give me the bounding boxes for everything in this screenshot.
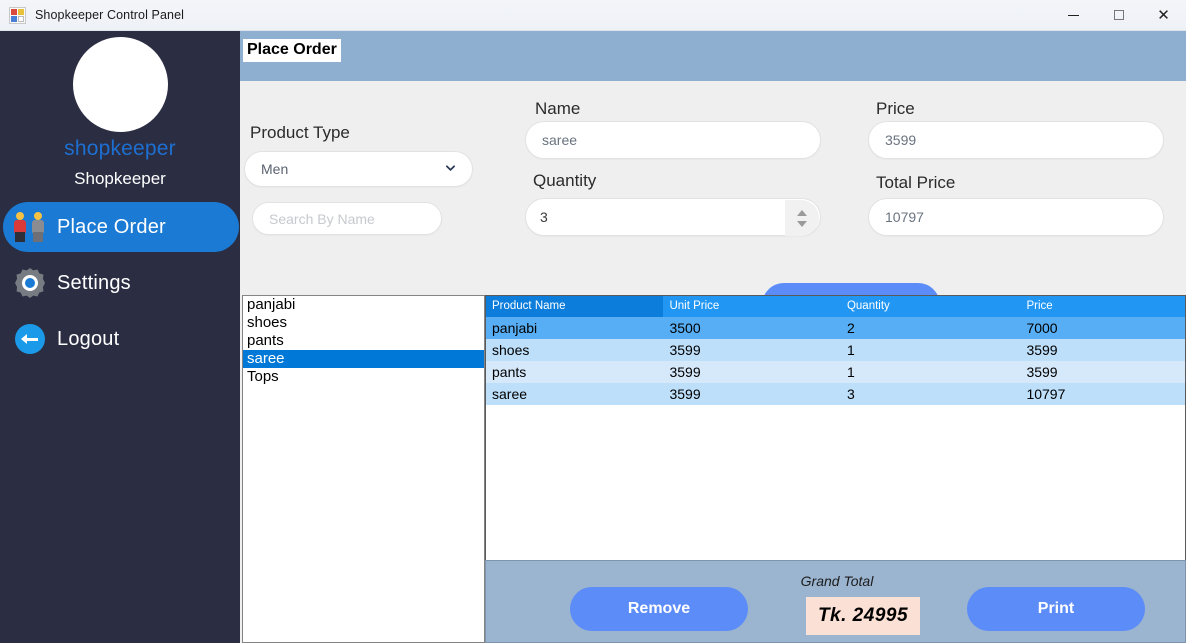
- logout-arrow-icon: [3, 324, 57, 354]
- product-type-value: Men: [261, 161, 289, 177]
- table-row[interactable]: shoes 3599 1 3599: [486, 339, 1185, 361]
- table-cell: 3599: [1026, 342, 1058, 358]
- window-controls: ✕: [1051, 0, 1186, 31]
- minimize-button[interactable]: [1051, 0, 1096, 31]
- table-cell: 3599: [669, 364, 701, 380]
- sidebar-item-logout[interactable]: Logout: [3, 314, 239, 364]
- name-input[interactable]: saree: [525, 121, 821, 159]
- column-header[interactable]: Unit Price: [663, 296, 840, 317]
- list-item[interactable]: Tops: [243, 368, 484, 386]
- main-content: Place Order Product Type Men Search By N…: [240, 31, 1186, 643]
- footer-action-bar: Remove Grand Total Tk. 24995 Print: [485, 560, 1186, 643]
- list-item[interactable]: saree: [243, 350, 484, 368]
- column-header[interactable]: Quantity: [841, 296, 1020, 317]
- search-placeholder: Search By Name: [269, 210, 375, 227]
- quantity-input[interactable]: 3: [525, 198, 821, 236]
- total-price-label: Total Price: [876, 173, 956, 192]
- table-cell: 1: [846, 364, 855, 380]
- maximize-button[interactable]: [1096, 0, 1141, 31]
- window-title: Shopkeeper Control Panel: [35, 8, 185, 22]
- table-cell: 2: [846, 320, 855, 336]
- sidebar-item-label: Settings: [57, 271, 131, 294]
- table-row[interactable]: pants 3599 1 3599: [486, 361, 1185, 383]
- name-value: saree: [542, 132, 578, 148]
- close-icon: ✕: [1157, 5, 1170, 24]
- order-form: Product Type Men Search By Name Name sar…: [240, 81, 1186, 327]
- price-label: Price: [876, 99, 915, 118]
- stepper-down-icon[interactable]: [797, 220, 807, 227]
- minimize-icon: [1068, 14, 1079, 16]
- chevron-down-icon: [445, 165, 456, 171]
- table-cell: shoes: [492, 342, 530, 358]
- sidebar-role: Shopkeeper: [74, 169, 166, 188]
- remove-button[interactable]: Remove: [570, 587, 748, 631]
- grand-total-label: Grand Total: [800, 573, 874, 589]
- print-button[interactable]: Print: [967, 587, 1145, 631]
- title-bar: Shopkeeper Control Panel ✕: [0, 0, 1186, 31]
- sidebar: shopkeeper Shopkeeper Place Order Settin…: [0, 31, 240, 643]
- total-price-input[interactable]: 10797: [868, 198, 1164, 236]
- product-type-label: Product Type: [250, 123, 350, 142]
- table-cell: 3599: [1026, 364, 1058, 380]
- column-header[interactable]: Product Name: [486, 296, 664, 317]
- list-item[interactable]: pants: [243, 332, 484, 350]
- print-label: Print: [1037, 600, 1075, 617]
- maximize-icon: [1113, 10, 1124, 20]
- sidebar-item-place-order[interactable]: Place Order: [3, 202, 239, 252]
- list-item[interactable]: panjabi: [243, 296, 484, 314]
- table-cell: 10797: [1026, 386, 1066, 402]
- close-button[interactable]: ✕: [1141, 0, 1186, 31]
- sidebar-brand: shopkeeper: [64, 137, 176, 160]
- cart-table-header: Product Name Unit Price Quantity Price: [486, 296, 1185, 317]
- table-cell: 1: [846, 342, 855, 358]
- total-price-value: 10797: [885, 209, 924, 225]
- page-header-bar: Place Order: [240, 31, 1186, 81]
- quantity-value: 3: [540, 209, 548, 225]
- list-item[interactable]: shoes: [243, 314, 484, 332]
- table-cell: saree: [492, 386, 528, 402]
- sidebar-item-settings[interactable]: Settings: [3, 258, 239, 308]
- cart-table[interactable]: Product Name Unit Price Quantity Price panj…: [485, 295, 1186, 560]
- sidebar-item-label: Logout: [57, 327, 120, 350]
- remove-label: Remove: [627, 600, 691, 617]
- table-cell: panjabi: [492, 320, 538, 336]
- sidebar-item-label: Place Order: [57, 215, 166, 238]
- price-value: 3599: [885, 132, 917, 148]
- app-tiles-icon: [9, 6, 26, 24]
- page-title: Place Order: [243, 39, 341, 62]
- search-input[interactable]: Search By Name: [252, 202, 442, 235]
- cart-table-body: panjabi 3500 2 7000 shoes 3599 1 3599 pants 3599 1…: [486, 317, 1185, 405]
- name-label: Name: [535, 99, 581, 118]
- grand-total-value: Tk. 24995: [806, 597, 920, 635]
- table-cell: 7000: [1026, 320, 1058, 336]
- couple-icon: [3, 212, 57, 242]
- table-cell: 3599: [669, 342, 701, 358]
- gear-icon: [3, 268, 57, 298]
- column-header[interactable]: Price: [1020, 296, 1185, 317]
- stepper-up-icon[interactable]: [797, 209, 807, 216]
- quantity-label: Quantity: [533, 171, 597, 190]
- product-listbox[interactable]: panjabi shoes pants saree Tops: [242, 295, 485, 643]
- table-cell: 3500: [669, 320, 701, 336]
- table-row[interactable]: panjabi 3500 2 7000: [486, 317, 1185, 339]
- table-row[interactable]: saree 3599 3 10797: [486, 383, 1185, 405]
- product-type-select[interactable]: Men: [244, 151, 473, 187]
- table-cell: 3599: [669, 386, 701, 402]
- avatar: [73, 37, 168, 132]
- quantity-stepper[interactable]: [785, 200, 819, 236]
- table-cell: 3: [846, 386, 855, 402]
- table-cell: pants: [492, 364, 527, 380]
- price-input[interactable]: 3599: [868, 121, 1164, 159]
- application-window: Shopkeeper Control Panel ✕ shopkeeper Sh…: [0, 0, 1186, 643]
